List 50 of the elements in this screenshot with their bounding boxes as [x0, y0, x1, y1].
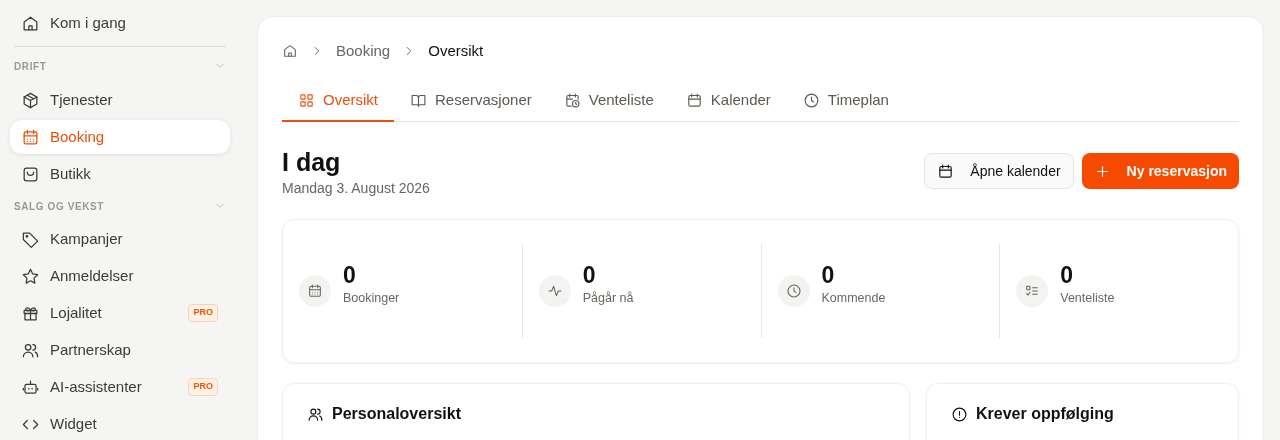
stat-icon-badge [538, 275, 571, 307]
stat-icon-badge [777, 275, 810, 307]
sidebar-item[interactable]: Booking [10, 120, 230, 154]
book-icon [410, 92, 427, 109]
tab[interactable]: Timeplan [786, 81, 905, 122]
panel-title: Krever oppfølging [976, 404, 1114, 424]
sidebar-item[interactable]: Widget [10, 407, 230, 440]
box-icon [21, 90, 40, 110]
clock-icon [802, 92, 820, 109]
alert-icon [951, 405, 968, 423]
grid-icon [298, 92, 315, 109]
sidebar-item[interactable]: Kom i gang [10, 6, 230, 40]
section-heading: SALG OG VEKST [14, 199, 105, 214]
calendar-icon [685, 92, 703, 109]
tab[interactable]: Kalender [669, 81, 787, 122]
section-heading: DRIFT [14, 59, 47, 74]
sidebar-item[interactable]: Partnerskap [10, 333, 230, 367]
stat-value: 0 [582, 260, 597, 289]
stat-value: 0 [821, 260, 836, 289]
stat-icon-badge [1016, 275, 1049, 307]
tab[interactable]: Venteliste [547, 81, 670, 122]
stat-value: 0 [343, 260, 357, 289]
calendar-clock-icon [563, 92, 581, 109]
stat-value: 0 [1060, 260, 1075, 289]
page-title: I dag [282, 147, 342, 178]
sidebar-item[interactable]: AI-assistenter PRO [10, 370, 230, 404]
new-reservation-button[interactable]: Ny reservasjon [1081, 153, 1239, 189]
stat-label: Bookinger [343, 289, 400, 307]
panel-title: Personaloversikt [332, 404, 461, 424]
calendar-button[interactable]: Åpne kalender [924, 153, 1074, 189]
pro-badge: PRO [188, 378, 218, 396]
date-text: Mandag 3. August 2026 [282, 179, 430, 198]
star-icon [21, 266, 40, 286]
tab[interactable]: Oversikt [282, 81, 394, 122]
calendar-icon [937, 162, 955, 180]
tab[interactable]: Reservasjoner [394, 81, 548, 122]
sidebar-item[interactable]: Anmeldelser [10, 259, 230, 293]
sidebar-item[interactable]: Butikk [10, 157, 230, 191]
sidebar-item[interactable]: Lojalitet PRO [10, 296, 230, 330]
sidebar-item[interactable]: Tjenester [10, 83, 230, 117]
sidebar-item[interactable]: Kampanjer [10, 222, 230, 256]
stat-label: Pågår nå [582, 289, 634, 307]
pro-badge: PRO [188, 304, 218, 322]
stat-label: Kommende [821, 289, 886, 307]
stat-icon-badge [299, 275, 331, 307]
breadcrumb-current: Oversikt [428, 40, 484, 61]
calendar-icon [21, 127, 40, 147]
breadcrumb-link[interactable]: Booking [336, 39, 391, 63]
home-icon[interactable] [282, 43, 298, 59]
stat-label: Venteliste [1060, 289, 1115, 307]
